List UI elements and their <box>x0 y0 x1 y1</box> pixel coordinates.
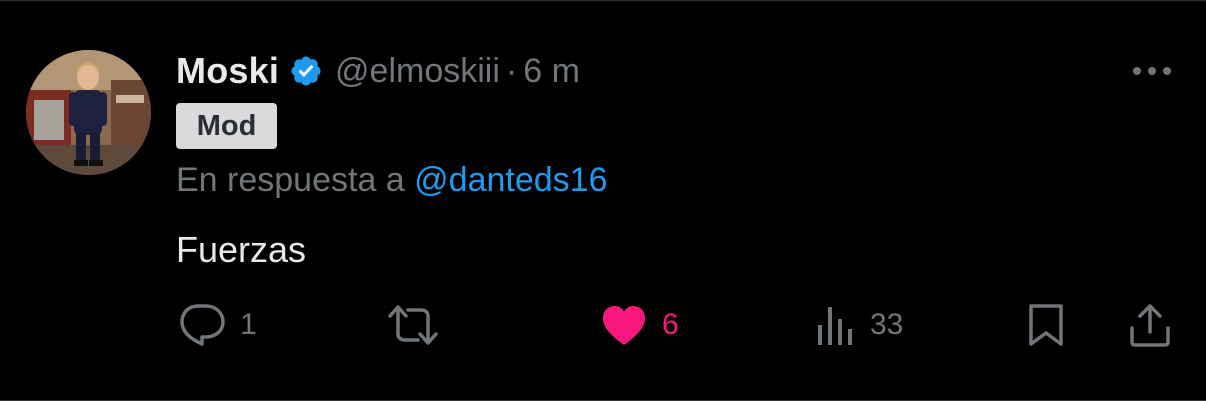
tweet-text: Fuerzas <box>176 229 307 270</box>
handle[interactable]: @elmoskiii <box>335 52 500 91</box>
bookmark-button[interactable] <box>1026 301 1066 349</box>
avatar-photo <box>26 50 151 175</box>
reply-mention-link[interactable]: @danteds16 <box>414 161 607 199</box>
verified-badge-icon <box>289 54 323 88</box>
reply-button[interactable]: 1 <box>178 301 257 349</box>
timestamp[interactable]: 6 m <box>523 52 580 91</box>
heart-filled-icon <box>600 303 648 347</box>
reply-context: En respuesta a @danteds16 <box>176 161 607 200</box>
views-button[interactable]: 33 <box>816 301 903 349</box>
tweet-card[interactable]: Moski @elmoskiii · 6 m Mod En respuesta … <box>0 0 1206 401</box>
retweet-button[interactable] <box>386 301 454 349</box>
retweet-icon <box>386 302 440 348</box>
display-name[interactable]: Moski <box>176 50 279 92</box>
bookmark-icon <box>1026 302 1066 348</box>
tweet-header: Moski @elmoskiii · 6 m <box>176 49 580 93</box>
separator-dot: · <box>505 51 518 90</box>
reply-count: 1 <box>240 308 257 341</box>
reply-bubble-icon <box>178 302 226 348</box>
avatar[interactable] <box>26 50 151 175</box>
like-button[interactable]: 6 <box>600 301 679 349</box>
more-dots-icon[interactable] <box>1128 59 1176 83</box>
views-bar-chart-icon <box>816 303 856 347</box>
like-count: 6 <box>662 308 679 341</box>
views-count: 33 <box>870 308 904 341</box>
mod-badge: Mod <box>176 103 277 149</box>
reply-prefix: En respuesta a <box>176 161 415 199</box>
share-button[interactable] <box>1128 301 1172 349</box>
share-upload-icon <box>1128 302 1172 348</box>
